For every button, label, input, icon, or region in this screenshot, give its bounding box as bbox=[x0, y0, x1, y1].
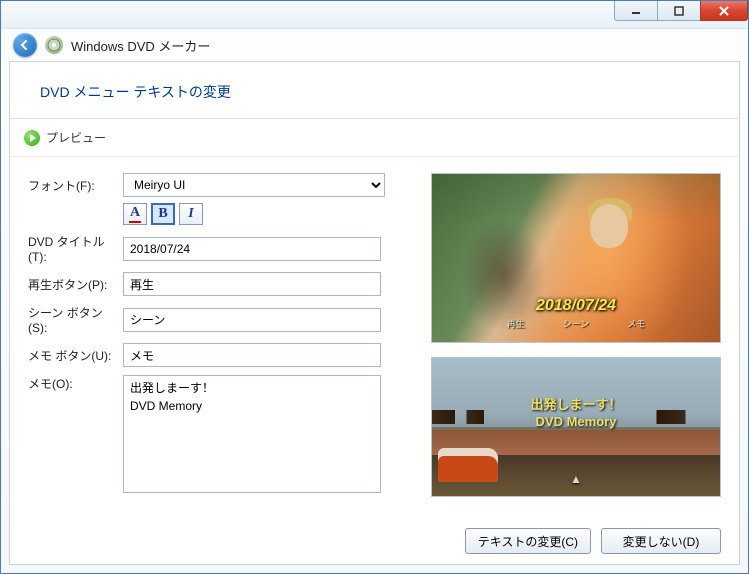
close-button[interactable] bbox=[700, 1, 748, 21]
dont-change-button[interactable]: 変更しない(D) bbox=[601, 528, 721, 554]
italic-button[interactable]: I bbox=[179, 203, 203, 225]
font-color-button[interactable]: A bbox=[123, 203, 147, 225]
footer: テキストの変更(C) 変更しない(D) bbox=[10, 518, 739, 564]
notes-textarea[interactable]: 出発しまーす！ DVD Memory bbox=[123, 375, 381, 493]
notes-menu-preview: 出発しまーす！ DVD Memory ▲ bbox=[431, 357, 721, 497]
back-arrow-icon bbox=[19, 39, 31, 51]
preview-link-label: プレビュー bbox=[46, 129, 106, 146]
notes-button-label: メモ ボタン(U): bbox=[28, 347, 113, 364]
font-label: フォント(F): bbox=[28, 177, 113, 194]
maximize-button[interactable] bbox=[657, 1, 701, 21]
back-button[interactable] bbox=[13, 33, 37, 57]
app-icon bbox=[45, 36, 63, 54]
window-frame: Windows DVD メーカー DVD メニュー テキストの変更 プレビュー … bbox=[0, 0, 749, 574]
preview-scene-label: シーン bbox=[563, 317, 590, 330]
play-button-label: 再生ボタン(P): bbox=[28, 276, 113, 293]
font-select[interactable]: Meiryo UI bbox=[123, 173, 385, 197]
preview-notes-label: メモ bbox=[627, 317, 645, 330]
main-menu-preview: 2018/07/24 再生 シーン メモ bbox=[431, 173, 721, 343]
dvd-title-label: DVD タイトル(T): bbox=[28, 233, 113, 264]
preview-title-text: 2018/07/24 bbox=[432, 297, 720, 315]
form-area: フォント(F): Meiryo UI A B I DVD タイトル(T): 再生… bbox=[10, 157, 739, 518]
minimize-button[interactable] bbox=[614, 1, 658, 21]
play-icon bbox=[24, 130, 40, 146]
preview-column: 2018/07/24 再生 シーン メモ 出発し bbox=[431, 173, 721, 502]
preview-play-label: 再生 bbox=[507, 317, 525, 330]
notes-label: メモ(O): bbox=[28, 375, 113, 392]
play-button-input[interactable] bbox=[123, 272, 381, 296]
format-toolbar: A B I bbox=[123, 203, 407, 225]
dvd-title-input[interactable] bbox=[123, 237, 381, 261]
change-text-button[interactable]: テキストの変更(C) bbox=[465, 528, 591, 554]
app-title: Windows DVD メーカー bbox=[71, 36, 210, 55]
page-heading: DVD メニュー テキストの変更 bbox=[10, 62, 739, 119]
scene-button-label: シーン ボタン(S): bbox=[28, 304, 113, 335]
notes-button-input[interactable] bbox=[123, 343, 381, 367]
content-frame: DVD メニュー テキストの変更 プレビュー フォント(F): Meiryo U… bbox=[9, 61, 740, 565]
preview-link[interactable]: プレビュー bbox=[10, 119, 739, 157]
close-icon bbox=[718, 6, 730, 16]
form-left: フォント(F): Meiryo UI A B I DVD タイトル(T): 再生… bbox=[28, 173, 407, 502]
preview-up-arrow-icon: ▲ bbox=[570, 472, 582, 486]
preview-notes-line1: 出発しまーす！ bbox=[432, 397, 720, 414]
titlebar bbox=[1, 1, 748, 29]
preview-notes-line2: DVD Memory bbox=[432, 414, 720, 431]
header-bar: Windows DVD メーカー bbox=[1, 29, 748, 61]
scene-button-input[interactable] bbox=[123, 308, 381, 332]
minimize-icon bbox=[630, 6, 642, 16]
bold-button[interactable]: B bbox=[151, 203, 175, 225]
maximize-icon bbox=[673, 6, 685, 16]
